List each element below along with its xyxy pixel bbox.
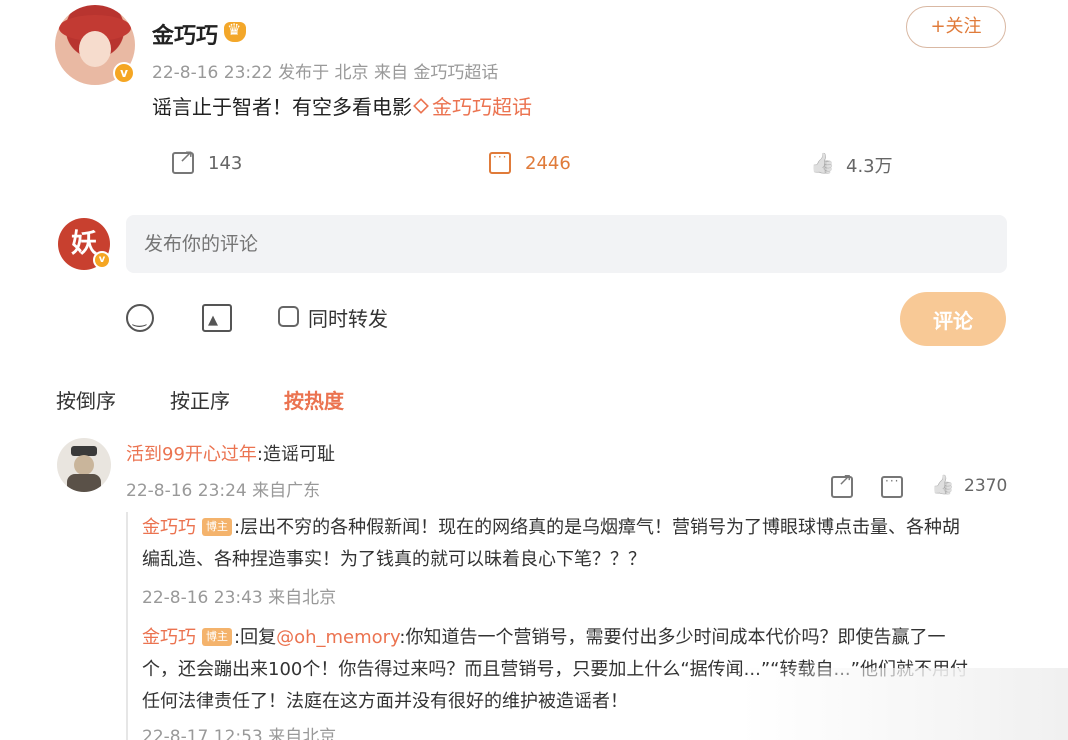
- reply-1: 金巧巧 博主:层出不穷的各种假新闻！现在的网络真的是乌烟瘴气！营销号为了博眼球博点…: [142, 512, 960, 576]
- reply-2-line1: :你知道告一个营销号，需要付出多少时间成本代价吗？即使告赢了一: [399, 627, 946, 648]
- supertopic-icon: [413, 98, 429, 114]
- submit-comment-button[interactable]: 评论: [900, 292, 1006, 346]
- verified-badge-icon: v: [113, 62, 135, 84]
- comment-action[interactable]: 2446: [489, 150, 571, 174]
- sort-tab-reverse[interactable]: 按倒序: [56, 385, 116, 414]
- reply-2-meta: 22-8-17 12:53 来自北京: [142, 727, 337, 740]
- share-count: 143: [208, 152, 243, 174]
- like-count: 4.3万: [846, 156, 893, 177]
- repost-checkbox[interactable]: [278, 306, 299, 327]
- comment-input[interactable]: [126, 215, 1007, 273]
- avatar-face: [79, 31, 111, 67]
- emoji-icon[interactable]: [126, 304, 154, 332]
- commenter-coat: [67, 474, 101, 492]
- comment-like-count: 2370: [964, 476, 1008, 496]
- bottom-fade-overlay: [740, 668, 1068, 740]
- reply-mention[interactable]: @oh_memory: [276, 627, 399, 648]
- reply-1-meta: 22-8-16 23:43 来自北京: [142, 588, 337, 608]
- comment-like-icon[interactable]: [931, 476, 953, 498]
- share-icon: [172, 146, 194, 174]
- like-action[interactable]: 4.3万: [810, 152, 893, 178]
- image-icon[interactable]: [202, 304, 232, 332]
- topic-link[interactable]: 金巧巧超话: [432, 95, 532, 119]
- comment-meta: 22-8-16 23:24 来自广东: [126, 481, 321, 501]
- share-action[interactable]: 143: [172, 146, 243, 174]
- commenter-avatar[interactable]: [57, 438, 111, 492]
- comment-reply-icon[interactable]: [881, 474, 903, 498]
- like-icon: [810, 154, 832, 176]
- comment-share-icon[interactable]: [831, 470, 853, 498]
- comment-line: 活到99开心过年:造谣可耻: [126, 440, 335, 466]
- repost-label[interactable]: 同时转发: [308, 303, 388, 332]
- reply-author[interactable]: 金巧巧: [142, 627, 196, 648]
- follow-button[interactable]: +关注: [906, 6, 1006, 48]
- comment-text: :造谣可耻: [256, 444, 335, 465]
- reply-1-line2: 编乱造、各种捏造事实！为了钱真的就可以昧着良心下笔？？？: [142, 549, 646, 570]
- author-name[interactable]: 金巧巧: [152, 18, 218, 50]
- post-meta: 22-8-16 23:22 发布于 北京 来自 金巧巧超话: [152, 63, 499, 83]
- post-body: 谣言止于智者！有空多看电影: [152, 95, 412, 119]
- commenter-face: [74, 455, 94, 475]
- reply-1-line1: :层出不穷的各种假新闻！现在的网络真的是乌烟瘴气！营销号为了博眼球博点击量、各种…: [234, 517, 961, 538]
- blogger-badge: 博主: [202, 518, 232, 536]
- sort-tab-forward[interactable]: 按正序: [170, 385, 230, 414]
- comment-icon: [489, 150, 511, 174]
- sort-tab-hot[interactable]: 按热度: [284, 385, 344, 414]
- reply-2-prefix: :回复: [234, 627, 277, 648]
- comment-count: 2446: [525, 152, 571, 174]
- post-text: 谣言止于智者！有空多看电影 金巧巧超话: [152, 91, 532, 120]
- reply-2-line3: 任何法律责任了！法庭在这方面并没有很好的维护被造谣者！: [142, 691, 628, 712]
- reply-author[interactable]: 金巧巧: [142, 517, 196, 538]
- blogger-badge: 博主: [202, 628, 232, 646]
- user-verified-badge-icon: v: [93, 251, 111, 269]
- crown-icon: [224, 20, 246, 42]
- reply-thread-bar: [126, 512, 128, 740]
- commenter-name[interactable]: 活到99开心过年: [126, 444, 257, 465]
